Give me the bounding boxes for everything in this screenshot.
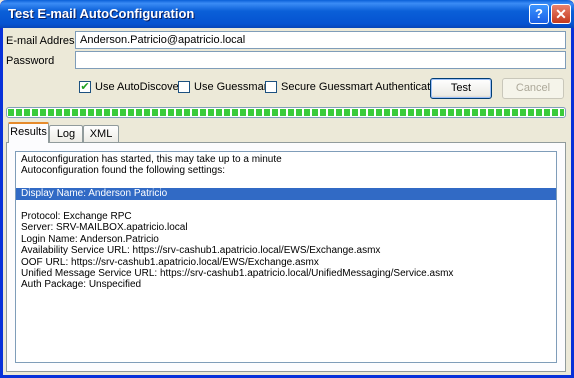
window-title: Test E-mail AutoConfiguration	[8, 6, 195, 21]
tab-results[interactable]: Results	[8, 122, 49, 143]
tab-xml[interactable]: XML	[83, 125, 119, 142]
result-line[interactable]: Login Name: Anderson.Patricio	[16, 234, 556, 245]
secure-guessmart-checkbox[interactable]: Secure Guessmart Authentication	[265, 81, 445, 93]
progress-fill	[8, 109, 564, 116]
progress-bar	[6, 107, 566, 118]
result-line[interactable]	[16, 177, 556, 188]
result-line[interactable]: OOF URL: https://srv-cashub1.apatricio.l…	[16, 257, 556, 268]
result-line-selected[interactable]: Display Name: Anderson Patricio	[16, 188, 556, 200]
checkbox-unchecked-icon	[265, 81, 277, 93]
result-line[interactable]: Availability Service URL: https://srv-ca…	[16, 245, 556, 256]
use-guessmart-label: Use Guessmart	[194, 81, 271, 93]
results-textbox[interactable]: Autoconfiguration has started, this may …	[15, 151, 557, 363]
result-line[interactable]: Autoconfiguration has started, this may …	[16, 154, 556, 165]
close-icon: ✕	[555, 6, 567, 22]
checkbox-unchecked-icon	[178, 81, 190, 93]
help-button[interactable]: ?	[529, 4, 549, 24]
use-autodiscover-checkbox[interactable]: ✔ Use AutoDiscover	[79, 81, 182, 93]
use-autodiscover-label: Use AutoDiscover	[95, 81, 183, 93]
result-line[interactable]: Server: SRV-MAILBOX.apatricio.local	[16, 222, 556, 233]
result-line[interactable]: Protocol: Exchange RPC	[16, 211, 556, 222]
secure-guessmart-label: Secure Guessmart Authentication	[281, 81, 445, 93]
tab-log[interactable]: Log	[49, 125, 83, 142]
checkbox-checked-icon: ✔	[79, 81, 91, 93]
cancel-button[interactable]: Cancel	[502, 78, 564, 99]
result-line[interactable]: Autoconfiguration found the following se…	[16, 165, 556, 176]
close-button[interactable]: ✕	[551, 4, 571, 24]
test-button[interactable]: Test	[430, 78, 492, 99]
result-line[interactable]	[16, 200, 556, 211]
results-tab-panel: Autoconfiguration has started, this may …	[6, 142, 566, 372]
result-line[interactable]: Unified Message Service URL: https://srv…	[16, 268, 556, 279]
result-line[interactable]: Auth Package: Unspecified	[16, 279, 556, 290]
password-field[interactable]	[75, 51, 566, 69]
email-label: E-mail Address	[6, 35, 80, 47]
email-field[interactable]: Anderson.Patricio@apatricio.local	[75, 31, 566, 49]
help-icon: ?	[535, 6, 543, 21]
password-label: Password	[6, 55, 55, 67]
use-guessmart-checkbox[interactable]: Use Guessmart	[178, 81, 270, 93]
title-bar[interactable]: Test E-mail AutoConfiguration ? ✕	[0, 0, 574, 28]
